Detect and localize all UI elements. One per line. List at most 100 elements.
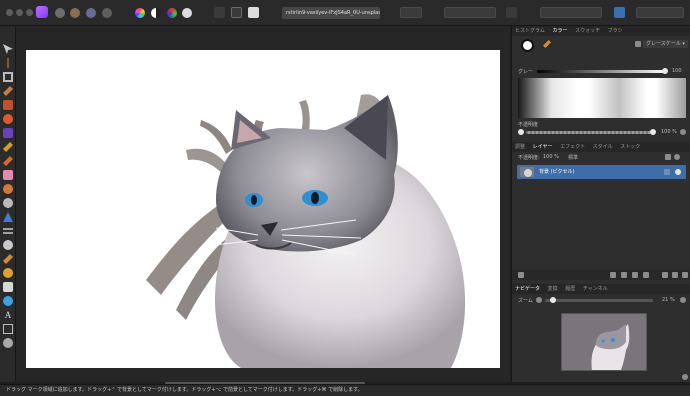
opacity-slider-knob[interactable] bbox=[650, 129, 656, 135]
gray-slider[interactable] bbox=[537, 70, 665, 73]
gradient-icon[interactable] bbox=[3, 128, 13, 138]
dodge-icon[interactable] bbox=[3, 142, 13, 152]
layer-lock-icon[interactable] bbox=[664, 169, 670, 175]
layer-list-icon[interactable] bbox=[518, 272, 524, 278]
tab-histogram[interactable]: ヒストグラム bbox=[512, 26, 548, 36]
tab-brushes[interactable]: ブラシ bbox=[605, 26, 626, 36]
affinity-photo-icon[interactable] bbox=[36, 6, 48, 18]
fx-icon[interactable] bbox=[632, 272, 638, 278]
eraser-icon[interactable] bbox=[3, 170, 13, 180]
brush-layer-icon[interactable] bbox=[643, 272, 649, 278]
opacity-slider[interactable] bbox=[526, 131, 652, 134]
arrange-controls[interactable] bbox=[540, 7, 602, 18]
document-tab[interactable]: rstirlin9-vasilyev-lFxJS4aR_0U-unsplas × bbox=[282, 7, 380, 19]
persona-liquify-icon[interactable] bbox=[70, 8, 80, 18]
adjustment-icon[interactable] bbox=[621, 272, 627, 278]
layers-panel-tabs: 調整 レイヤー エフェクト スタイル ストック bbox=[512, 142, 690, 152]
eyedropper-icon[interactable] bbox=[543, 40, 551, 48]
pen-icon[interactable] bbox=[3, 254, 13, 264]
canvas-area[interactable] bbox=[16, 26, 510, 382]
hand-icon[interactable] bbox=[3, 324, 13, 334]
zoom-window-button[interactable] bbox=[26, 9, 33, 16]
layers-footer bbox=[512, 270, 690, 280]
lock-icon[interactable] bbox=[635, 41, 641, 47]
layer-settings-icon[interactable] bbox=[674, 154, 680, 160]
new-layer-icon[interactable] bbox=[672, 272, 678, 278]
tab-stock[interactable]: ストック bbox=[617, 142, 643, 152]
tab-layers[interactable]: レイヤー bbox=[530, 142, 556, 152]
contrast-icon[interactable] bbox=[151, 8, 161, 18]
deselect-icon[interactable] bbox=[231, 7, 242, 18]
zoom-out-icon[interactable] bbox=[536, 297, 542, 303]
color-mode-dropdown[interactable]: グレースケール ▾ bbox=[643, 40, 688, 48]
tab-styles[interactable]: スタイル bbox=[590, 142, 616, 152]
assistant-dropdown[interactable] bbox=[400, 7, 422, 18]
persona-develop-icon[interactable] bbox=[86, 8, 96, 18]
zoom-slider-knob[interactable] bbox=[550, 297, 556, 303]
white-balance-icon[interactable] bbox=[182, 8, 192, 18]
view-mode-controls[interactable] bbox=[636, 7, 684, 18]
hsl-icon[interactable] bbox=[167, 8, 177, 18]
opacity-knob-left[interactable] bbox=[518, 129, 524, 135]
marquee-icon[interactable] bbox=[3, 240, 13, 250]
opacity-value[interactable]: 100 % bbox=[661, 129, 677, 135]
paint-icon[interactable] bbox=[3, 100, 13, 110]
document-canvas[interactable] bbox=[26, 50, 500, 368]
move-icon[interactable] bbox=[3, 44, 13, 54]
zoom-value[interactable]: 21 % bbox=[662, 297, 675, 303]
tab-adjustment[interactable]: 調整 bbox=[512, 142, 528, 152]
gray-label: グレー bbox=[518, 69, 534, 75]
red-eye-icon[interactable] bbox=[3, 268, 13, 278]
brush-icon[interactable] bbox=[3, 86, 13, 96]
layer-options-icon[interactable] bbox=[665, 154, 671, 160]
tools-panel: A bbox=[0, 26, 16, 382]
navigator-settings-icon[interactable] bbox=[682, 374, 688, 380]
color-picker-icon[interactable] bbox=[7, 58, 9, 68]
export-icon[interactable] bbox=[506, 7, 517, 18]
crop-icon[interactable] bbox=[3, 72, 13, 82]
shape-icon[interactable] bbox=[3, 282, 13, 292]
layer-thumbnail bbox=[520, 167, 534, 177]
tab-effects[interactable]: エフェクト bbox=[557, 142, 588, 152]
tab-transform[interactable]: 変換 bbox=[545, 284, 561, 294]
selection-brush-icon[interactable] bbox=[3, 228, 13, 234]
sharpen-icon[interactable] bbox=[3, 212, 13, 222]
flood-fill-icon[interactable] bbox=[3, 114, 13, 124]
text-icon[interactable]: A bbox=[3, 310, 13, 320]
smudge-icon[interactable] bbox=[3, 184, 13, 194]
opacity-settings-icon[interactable] bbox=[680, 129, 686, 135]
gray-slider-knob[interactable] bbox=[662, 68, 668, 74]
delete-layer-icon[interactable] bbox=[682, 272, 688, 278]
zoom-icon[interactable] bbox=[3, 338, 13, 348]
layer-opacity-value[interactable]: 100 % bbox=[543, 154, 559, 160]
zoom-in-icon[interactable] bbox=[680, 297, 686, 303]
persona-photo-icon[interactable] bbox=[55, 8, 65, 18]
blend-mode-dropdown[interactable]: 標準 bbox=[568, 154, 578, 161]
mask-layer-icon[interactable] bbox=[610, 272, 616, 278]
tab-history[interactable]: 履歴 bbox=[562, 284, 578, 294]
snapping-controls[interactable] bbox=[444, 7, 496, 18]
minimize-window-button[interactable] bbox=[16, 9, 23, 16]
tab-navigator[interactable]: ナビゲータ bbox=[512, 284, 543, 294]
grayscale-spectrum[interactable] bbox=[518, 78, 686, 118]
color-wheel-icon[interactable] bbox=[135, 8, 145, 18]
mask-icon[interactable] bbox=[248, 7, 259, 18]
selection-mode-icon[interactable] bbox=[214, 7, 225, 18]
fill-color-icon[interactable] bbox=[3, 296, 13, 306]
persona-tonemap-icon[interactable] bbox=[102, 8, 112, 18]
layer-visibility-icon[interactable] bbox=[675, 169, 681, 175]
primary-color-swatch[interactable] bbox=[521, 39, 534, 52]
navigator-thumbnail[interactable] bbox=[561, 313, 647, 371]
studio-toggle-icon[interactable] bbox=[614, 7, 625, 18]
tab-channels[interactable]: チャンネル bbox=[580, 284, 611, 294]
blur-icon[interactable] bbox=[3, 198, 13, 208]
tab-swatches[interactable]: スウォッチ bbox=[572, 26, 603, 36]
layer-item[interactable]: 背景 (ピクセル) bbox=[517, 165, 686, 179]
zoom-slider[interactable] bbox=[545, 299, 653, 302]
gray-value[interactable]: 100 bbox=[672, 68, 682, 74]
tab-color[interactable]: カラー bbox=[549, 26, 570, 36]
folder-icon[interactable] bbox=[662, 272, 668, 278]
close-window-button[interactable] bbox=[6, 9, 13, 16]
clone-icon[interactable] bbox=[3, 156, 13, 166]
status-bar: ドラッグ マーク領域に追加します。ドラッグ+⌃ で背景としてマーク付けします。ド… bbox=[0, 384, 690, 396]
